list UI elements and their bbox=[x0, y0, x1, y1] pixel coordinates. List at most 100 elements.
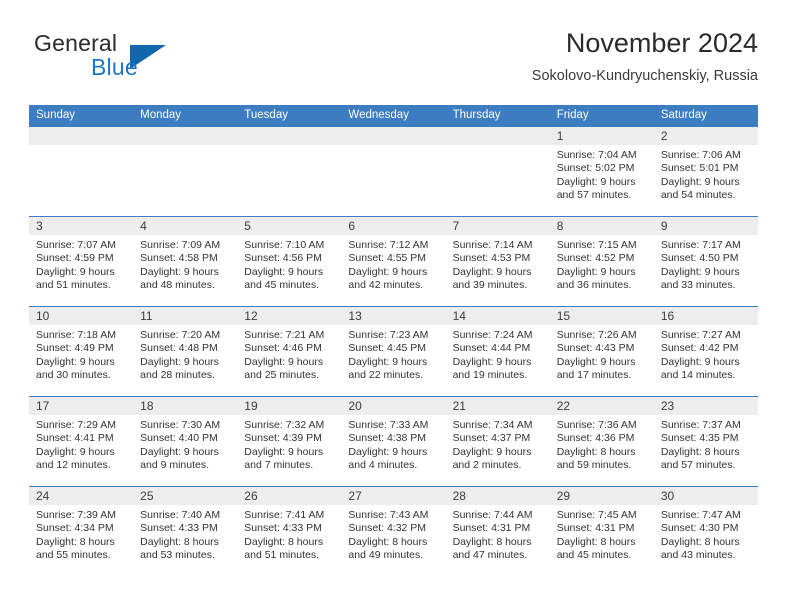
daylight-text-line2: and 4 minutes. bbox=[348, 459, 418, 472]
daylight-text-line1: Daylight: 9 hours bbox=[244, 265, 324, 278]
day-cell[interactable]: 17 Sunrise: 7:29 AM Sunset: 4:41 PM Dayl… bbox=[29, 397, 134, 486]
day-number: 17 bbox=[29, 397, 134, 415]
daylight-text-line2: and 45 minutes. bbox=[244, 279, 319, 292]
day-number: 10 bbox=[29, 307, 134, 325]
weekday-header-tuesday: Tuesday bbox=[244, 109, 288, 121]
day-cell[interactable]: 26 Sunrise: 7:41 AM Sunset: 4:33 PM Dayl… bbox=[237, 487, 342, 576]
sunset-text: Sunset: 4:39 PM bbox=[244, 432, 322, 445]
daylight-text-line2: and 17 minutes. bbox=[556, 369, 632, 382]
daylight-text-line1: Daylight: 9 hours bbox=[348, 265, 428, 278]
daylight-text-line2: and 22 minutes. bbox=[348, 369, 424, 382]
daylight-text-line1: Daylight: 9 hours bbox=[140, 355, 219, 368]
day-cell[interactable]: 15 Sunrise: 7:26 AM Sunset: 4:43 PM Dayl… bbox=[549, 307, 654, 396]
day-cell[interactable]: 4 Sunrise: 7:09 AM Sunset: 4:58 PM Dayli… bbox=[133, 217, 238, 306]
daylight-text-line1: Daylight: 9 hours bbox=[244, 355, 324, 368]
day-cell[interactable]: 30 Sunrise: 7:47 AM Sunset: 4:30 PM Dayl… bbox=[653, 487, 758, 576]
day-number: 20 bbox=[341, 397, 446, 415]
day-cell[interactable]: 2 Sunrise: 7:06 AM Sunset: 5:01 PM Dayli… bbox=[653, 127, 758, 216]
day-cell[interactable]: 27 Sunrise: 7:43 AM Sunset: 4:32 PM Dayl… bbox=[341, 487, 446, 576]
calendar-page: General Blue November 2024 Sokolovo-Kund… bbox=[0, 0, 792, 612]
sunset-text: Sunset: 4:33 PM bbox=[244, 522, 322, 535]
sunrise-text: Sunrise: 7:15 AM bbox=[556, 239, 637, 251]
day-details: Sunrise: 7:21 AM Sunset: 4:46 PM Dayligh… bbox=[237, 325, 341, 383]
day-cell[interactable] bbox=[237, 127, 342, 216]
sunrise-text: Sunrise: 7:12 AM bbox=[348, 239, 429, 251]
sunset-text: Sunset: 4:55 PM bbox=[348, 252, 427, 265]
day-cell[interactable]: 16 Sunrise: 7:27 AM Sunset: 4:42 PM Dayl… bbox=[653, 307, 758, 396]
daylight-text-line2: and 14 minutes. bbox=[660, 369, 736, 382]
day-cell[interactable]: 10 Sunrise: 7:18 AM Sunset: 4:49 PM Dayl… bbox=[29, 307, 134, 396]
day-number: 18 bbox=[133, 397, 238, 415]
day-number: 26 bbox=[237, 487, 342, 505]
day-details: Sunrise: 7:10 AM Sunset: 4:56 PM Dayligh… bbox=[237, 235, 341, 293]
day-cell[interactable]: 22 Sunrise: 7:36 AM Sunset: 4:36 PM Dayl… bbox=[549, 397, 654, 486]
daylight-text-line1: Daylight: 9 hours bbox=[556, 175, 636, 188]
weekday-header-saturday: Saturday bbox=[660, 109, 707, 121]
daylight-text-line1: Daylight: 9 hours bbox=[244, 445, 324, 458]
weekday-header-wednesday: Wednesday bbox=[348, 109, 409, 121]
sunrise-text: Sunrise: 7:41 AM bbox=[244, 509, 325, 521]
daylight-text-line2: and 51 minutes. bbox=[36, 279, 111, 292]
day-details bbox=[133, 145, 237, 149]
sunrise-text: Sunrise: 7:06 AM bbox=[660, 149, 741, 161]
sunset-text: Sunset: 4:44 PM bbox=[452, 342, 531, 355]
day-cell[interactable] bbox=[445, 127, 550, 216]
sunrise-text: Sunrise: 7:32 AM bbox=[244, 419, 325, 431]
daylight-text-line1: Daylight: 9 hours bbox=[36, 355, 115, 368]
day-cell[interactable]: 1 Sunrise: 7:04 AM Sunset: 5:02 PM Dayli… bbox=[549, 127, 654, 216]
day-number: 2 bbox=[653, 127, 758, 145]
day-cell[interactable] bbox=[133, 127, 238, 216]
sunrise-text: Sunrise: 7:29 AM bbox=[36, 419, 116, 431]
day-cell[interactable]: 3 Sunrise: 7:07 AM Sunset: 4:59 PM Dayli… bbox=[29, 217, 134, 306]
daylight-text-line2: and 42 minutes. bbox=[348, 279, 424, 292]
day-cell[interactable]: 5 Sunrise: 7:10 AM Sunset: 4:56 PM Dayli… bbox=[237, 217, 342, 306]
day-number bbox=[29, 127, 134, 145]
day-cell[interactable]: 14 Sunrise: 7:24 AM Sunset: 4:44 PM Dayl… bbox=[445, 307, 550, 396]
day-cell[interactable]: 6 Sunrise: 7:12 AM Sunset: 4:55 PM Dayli… bbox=[341, 217, 446, 306]
day-cell[interactable]: 8 Sunrise: 7:15 AM Sunset: 4:52 PM Dayli… bbox=[549, 217, 654, 306]
sunset-text: Sunset: 4:33 PM bbox=[140, 522, 218, 535]
daylight-text-line2: and 36 minutes. bbox=[556, 279, 632, 292]
sunset-text: Sunset: 5:02 PM bbox=[556, 162, 635, 175]
sunrise-text: Sunrise: 7:36 AM bbox=[556, 419, 637, 431]
day-cell[interactable]: 19 Sunrise: 7:32 AM Sunset: 4:39 PM Dayl… bbox=[237, 397, 342, 486]
day-details: Sunrise: 7:04 AM Sunset: 5:02 PM Dayligh… bbox=[550, 145, 654, 203]
sunrise-text: Sunrise: 7:21 AM bbox=[244, 329, 325, 341]
day-cell[interactable] bbox=[341, 127, 446, 216]
day-cell[interactable]: 23 Sunrise: 7:37 AM Sunset: 4:35 PM Dayl… bbox=[653, 397, 758, 486]
day-cell[interactable]: 20 Sunrise: 7:33 AM Sunset: 4:38 PM Dayl… bbox=[341, 397, 446, 486]
day-details: Sunrise: 7:30 AM Sunset: 4:40 PM Dayligh… bbox=[133, 415, 237, 473]
day-details: Sunrise: 7:09 AM Sunset: 4:58 PM Dayligh… bbox=[133, 235, 237, 293]
daylight-text-line1: Daylight: 9 hours bbox=[36, 445, 115, 458]
day-cell[interactable]: 18 Sunrise: 7:30 AM Sunset: 4:40 PM Dayl… bbox=[133, 397, 238, 486]
daylight-text-line2: and 53 minutes. bbox=[140, 549, 215, 562]
sunrise-text: Sunrise: 7:24 AM bbox=[452, 329, 533, 341]
page-header: General Blue November 2024 Sokolovo-Kund… bbox=[34, 26, 758, 98]
day-details: Sunrise: 7:47 AM Sunset: 4:30 PM Dayligh… bbox=[654, 505, 758, 563]
day-cell[interactable]: 21 Sunrise: 7:34 AM Sunset: 4:37 PM Dayl… bbox=[445, 397, 550, 486]
sunset-text: Sunset: 4:46 PM bbox=[244, 342, 322, 355]
day-cell[interactable]: 9 Sunrise: 7:17 AM Sunset: 4:50 PM Dayli… bbox=[653, 217, 758, 306]
daylight-text-line2: and 39 minutes. bbox=[452, 279, 528, 292]
day-cell[interactable] bbox=[29, 127, 134, 216]
day-cell[interactable]: 7 Sunrise: 7:14 AM Sunset: 4:53 PM Dayli… bbox=[445, 217, 550, 306]
day-number: 28 bbox=[445, 487, 550, 505]
day-cell[interactable]: 24 Sunrise: 7:39 AM Sunset: 4:34 PM Dayl… bbox=[29, 487, 134, 576]
day-details: Sunrise: 7:17 AM Sunset: 4:50 PM Dayligh… bbox=[654, 235, 758, 293]
sunset-text: Sunset: 4:43 PM bbox=[556, 342, 635, 355]
day-cell[interactable]: 13 Sunrise: 7:23 AM Sunset: 4:45 PM Dayl… bbox=[341, 307, 446, 396]
daylight-text-line1: Daylight: 9 hours bbox=[556, 265, 636, 278]
day-number: 29 bbox=[549, 487, 654, 505]
sunset-text: Sunset: 4:50 PM bbox=[660, 252, 739, 265]
day-cell[interactable]: 28 Sunrise: 7:44 AM Sunset: 4:31 PM Dayl… bbox=[445, 487, 550, 576]
sunrise-text: Sunrise: 7:40 AM bbox=[140, 509, 221, 521]
logo-word-blue: Blue bbox=[91, 54, 138, 80]
day-cell[interactable]: 11 Sunrise: 7:20 AM Sunset: 4:48 PM Dayl… bbox=[133, 307, 238, 396]
day-cell[interactable]: 25 Sunrise: 7:40 AM Sunset: 4:33 PM Dayl… bbox=[133, 487, 238, 576]
day-cell[interactable]: 12 Sunrise: 7:21 AM Sunset: 4:46 PM Dayl… bbox=[237, 307, 342, 396]
day-cell[interactable]: 29 Sunrise: 7:45 AM Sunset: 4:31 PM Dayl… bbox=[549, 487, 654, 576]
general-blue-logo[interactable]: General Blue bbox=[34, 30, 264, 90]
day-number: 22 bbox=[549, 397, 654, 415]
daylight-text-line1: Daylight: 9 hours bbox=[660, 265, 740, 278]
daylight-text-line2: and 12 minutes. bbox=[36, 459, 111, 472]
